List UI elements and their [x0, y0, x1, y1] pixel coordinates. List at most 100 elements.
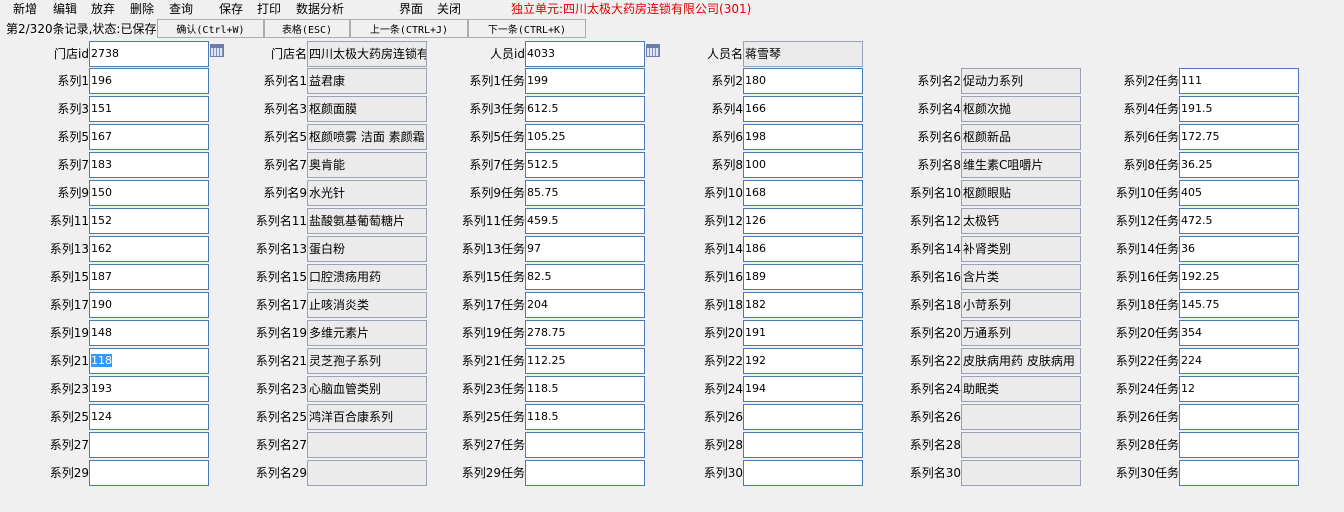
series-input-10[interactable]: 168 — [743, 180, 863, 206]
series-input-13[interactable]: 162 — [89, 236, 209, 262]
series-task-input-1[interactable]: 199 — [525, 68, 645, 94]
series-task-input-25[interactable]: 118.5 — [525, 404, 645, 430]
menu-item-9[interactable]: 界面 — [399, 2, 423, 17]
table-button[interactable]: 表格(ESC) — [264, 19, 350, 38]
series-input-2[interactable]: 180 — [743, 68, 863, 94]
series-label-3: 系列3 — [57, 102, 89, 116]
menu-item-1[interactable]: 新增 — [13, 2, 37, 17]
series-task-input-27[interactable] — [525, 432, 645, 458]
series-input-20[interactable]: 191 — [743, 320, 863, 346]
series-name-field-12: 太极钙 — [961, 208, 1081, 234]
series-name-label-24: 系列名24 — [909, 382, 961, 396]
series-task-input-3[interactable]: 612.5 — [525, 96, 645, 122]
series-task-input-19[interactable]: 278.75 — [525, 320, 645, 346]
store-id-input[interactable]: 2738 — [89, 41, 209, 67]
calendar-icon[interactable] — [210, 44, 224, 57]
menu-item-8[interactable]: 数据分析 — [296, 2, 344, 17]
series-task-input-29[interactable] — [525, 460, 645, 486]
series-name-label-6: 系列名6 — [917, 130, 961, 144]
menu-item-2[interactable]: 编辑 — [53, 2, 77, 17]
next-record-button[interactable]: 下一条(CTRL+K) — [468, 19, 586, 38]
series-input-12[interactable]: 126 — [743, 208, 863, 234]
menu-item-3[interactable]: 放弃 — [91, 2, 115, 17]
prev-record-button[interactable]: 上一条(CTRL+J) — [350, 19, 468, 38]
series-input-19[interactable]: 148 — [89, 320, 209, 346]
series-input-14[interactable]: 186 — [743, 236, 863, 262]
series-task-input-21[interactable]: 112.25 — [525, 348, 645, 374]
series-task-input-20[interactable]: 354 — [1179, 320, 1299, 346]
series-task-input-14[interactable]: 36 — [1179, 236, 1299, 262]
series-input-26[interactable] — [743, 404, 863, 430]
series-input-7[interactable]: 183 — [89, 152, 209, 178]
series-task-input-17[interactable]: 204 — [525, 292, 645, 318]
series-label-17: 系列17 — [49, 298, 89, 312]
series-input-17[interactable]: 190 — [89, 292, 209, 318]
series-task-label-12: 系列12任务 — [1115, 214, 1179, 228]
series-name-label-13: 系列名13 — [255, 242, 307, 256]
series-task-input-9[interactable]: 85.75 — [525, 180, 645, 206]
series-input-29[interactable] — [89, 460, 209, 486]
series-task-label-11: 系列11任务 — [461, 214, 525, 228]
series-task-input-16[interactable]: 192.25 — [1179, 264, 1299, 290]
menu-item-7[interactable]: 打印 — [257, 2, 281, 17]
series-task-input-12[interactable]: 472.5 — [1179, 208, 1299, 234]
series-input-18[interactable]: 182 — [743, 292, 863, 318]
series-input-16[interactable]: 189 — [743, 264, 863, 290]
series-input-15[interactable]: 187 — [89, 264, 209, 290]
series-task-input-30[interactable] — [1179, 460, 1299, 486]
series-task-input-26[interactable] — [1179, 404, 1299, 430]
staff-id-input[interactable]: 4033 — [525, 41, 645, 67]
series-input-1[interactable]: 196 — [89, 68, 209, 94]
series-name-field-6: 枢颜新品 — [961, 124, 1081, 150]
series-input-24[interactable]: 194 — [743, 376, 863, 402]
series-name-field-15: 口腔溃疡用药 — [307, 264, 427, 290]
series-input-6[interactable]: 198 — [743, 124, 863, 150]
calendar-icon[interactable] — [646, 44, 660, 57]
series-task-input-7[interactable]: 512.5 — [525, 152, 645, 178]
series-task-input-13[interactable]: 97 — [525, 236, 645, 262]
series-input-28[interactable] — [743, 432, 863, 458]
series-input-4[interactable]: 166 — [743, 96, 863, 122]
series-input-11[interactable]: 152 — [89, 208, 209, 234]
selected-text: 118 — [91, 354, 112, 367]
series-task-input-28[interactable] — [1179, 432, 1299, 458]
series-task-input-23[interactable]: 118.5 — [525, 376, 645, 402]
series-task-input-8[interactable]: 36.25 — [1179, 152, 1299, 178]
series-task-input-2[interactable]: 111 — [1179, 68, 1299, 94]
staff-name-field: 蒋雪琴 — [743, 41, 863, 67]
series-task-input-11[interactable]: 459.5 — [525, 208, 645, 234]
series-label-14: 系列14 — [703, 242, 743, 256]
series-task-input-4[interactable]: 191.5 — [1179, 96, 1299, 122]
series-input-3[interactable]: 151 — [89, 96, 209, 122]
series-input-22[interactable]: 192 — [743, 348, 863, 374]
menu-item-10[interactable]: 关闭 — [437, 2, 461, 17]
menu-item-6[interactable]: 保存 — [219, 2, 243, 17]
series-task-input-6[interactable]: 172.75 — [1179, 124, 1299, 150]
series-name-label-26: 系列名26 — [909, 410, 961, 424]
series-input-5[interactable]: 167 — [89, 124, 209, 150]
confirm-button[interactable]: 确认(Ctrl+W) — [157, 19, 264, 38]
series-task-input-5[interactable]: 105.25 — [525, 124, 645, 150]
series-task-input-24[interactable]: 12 — [1179, 376, 1299, 402]
series-input-21[interactable]: 118 — [89, 348, 209, 374]
series-input-27[interactable] — [89, 432, 209, 458]
series-input-8[interactable]: 100 — [743, 152, 863, 178]
series-label-19: 系列19 — [49, 326, 89, 340]
menu-item-4[interactable]: 删除 — [130, 2, 154, 17]
series-task-label-15: 系列15任务 — [461, 270, 525, 284]
series-task-input-10[interactable]: 405 — [1179, 180, 1299, 206]
series-input-23[interactable]: 193 — [89, 376, 209, 402]
series-label-21: 系列21 — [49, 354, 89, 368]
series-task-input-15[interactable]: 82.5 — [525, 264, 645, 290]
series-name-label-12: 系列名12 — [909, 214, 961, 228]
series-name-field-5: 枢颜喷雾 洁面 素颜霜 — [307, 124, 427, 150]
menu-item-5[interactable]: 查询 — [169, 2, 193, 17]
series-input-30[interactable] — [743, 460, 863, 486]
series-label-2: 系列2 — [711, 74, 743, 88]
series-task-input-22[interactable]: 224 — [1179, 348, 1299, 374]
series-task-label-24: 系列24任务 — [1115, 382, 1179, 396]
series-input-25[interactable]: 124 — [89, 404, 209, 430]
series-name-field-19: 多维元素片 — [307, 320, 427, 346]
series-task-input-18[interactable]: 145.75 — [1179, 292, 1299, 318]
series-input-9[interactable]: 150 — [89, 180, 209, 206]
